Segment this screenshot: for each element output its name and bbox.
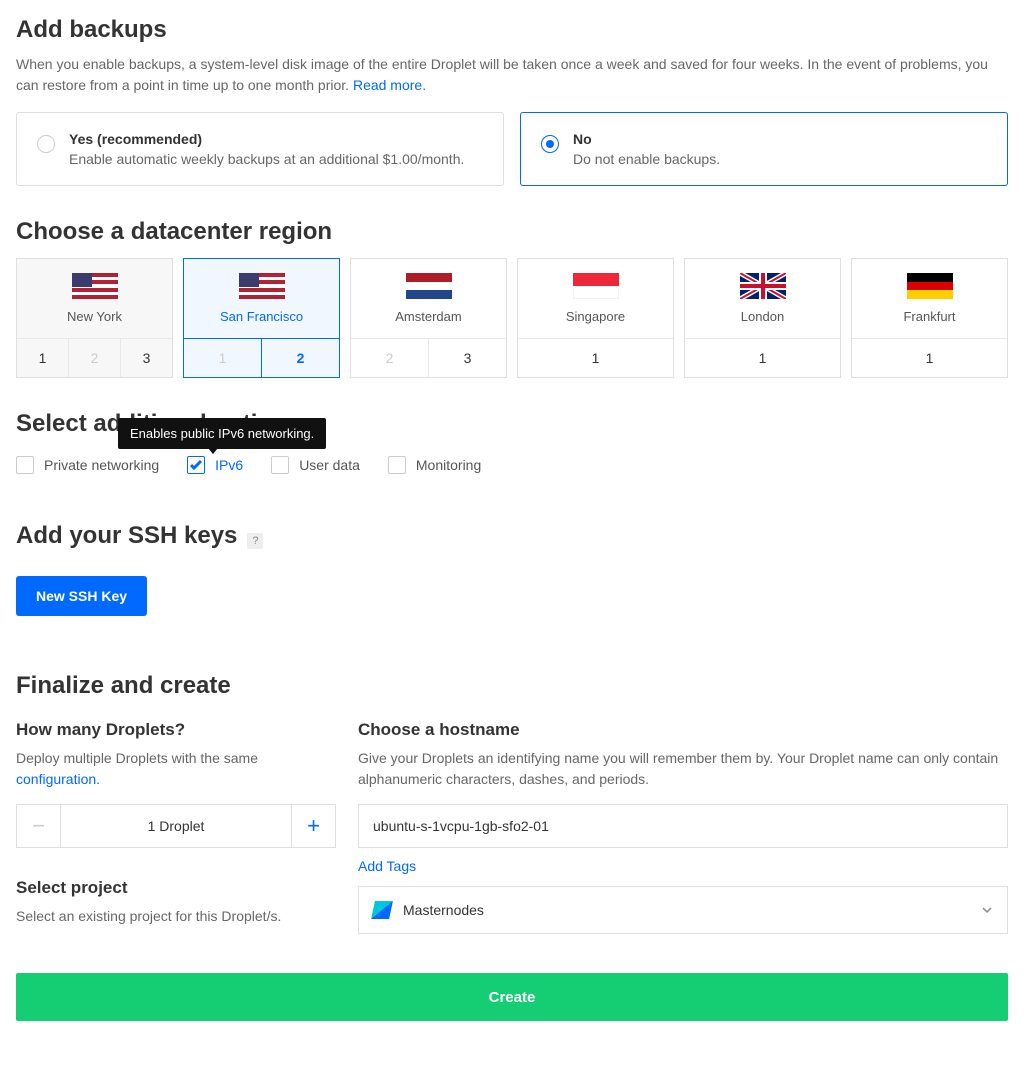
region-section: Choose a datacenter region New York 1 2 …: [16, 218, 1008, 378]
hostname-desc: Give your Droplets an identifying name y…: [358, 748, 1008, 790]
backups-description: When you enable backups, a system-level …: [16, 54, 1008, 96]
region-num[interactable]: 1: [685, 339, 840, 377]
stepper-value: 1 Droplet: [61, 805, 291, 847]
region-name: San Francisco: [220, 309, 303, 324]
region-singapore[interactable]: Singapore 1: [517, 258, 674, 378]
hostname-input[interactable]: [358, 804, 1008, 848]
region-heading: Choose a datacenter region: [16, 218, 1008, 246]
backup-yes-sub: Enable automatic weekly backups at an ad…: [69, 151, 464, 167]
flag-us-icon: [239, 273, 285, 299]
create-button[interactable]: Create: [16, 973, 1008, 1021]
region-london[interactable]: London 1: [684, 258, 841, 378]
flag-us-icon: [72, 273, 118, 299]
droplets-desc: Deploy multiple Droplets with the same c…: [16, 748, 336, 790]
region-name: New York: [67, 309, 122, 324]
region-san-francisco[interactable]: San Francisco 1 2: [183, 258, 340, 378]
flag-sg-icon: [573, 273, 619, 299]
project-desc: Select an existing project for this Drop…: [16, 906, 336, 927]
region-num[interactable]: 1: [184, 339, 262, 377]
option-ipv6[interactable]: IPv6: [187, 456, 243, 474]
project-select[interactable]: Masternodes: [358, 886, 1008, 934]
option-label: IPv6: [215, 457, 243, 473]
backup-no-title: No: [573, 131, 720, 147]
ipv6-tooltip: Enables public IPv6 networking.: [118, 418, 326, 449]
droplets-title: How many Droplets?: [16, 720, 336, 740]
region-new-york[interactable]: New York 1 2 3: [16, 258, 173, 378]
flag-de-icon: [907, 273, 953, 299]
backup-no-sub: Do not enable backups.: [573, 151, 720, 167]
option-label: User data: [299, 457, 360, 473]
region-name: Frankfurt: [903, 309, 955, 324]
region-num[interactable]: 3: [121, 339, 172, 377]
backup-option-yes[interactable]: Yes (recommended) Enable automatic weekl…: [16, 112, 504, 186]
region-num[interactable]: 1: [17, 339, 69, 377]
region-name: Singapore: [566, 309, 625, 324]
region-num[interactable]: 1: [852, 339, 1007, 377]
backups-section: Add backups When you enable backups, a s…: [16, 16, 1008, 186]
option-label: Private networking: [44, 457, 159, 473]
chevron-down-icon: [981, 904, 993, 916]
droplet-count-stepper: − 1 Droplet +: [16, 804, 336, 848]
region-amsterdam[interactable]: Amsterdam 2 3: [350, 258, 507, 378]
region-frankfurt[interactable]: Frankfurt 1: [851, 258, 1008, 378]
stepper-minus-button[interactable]: −: [17, 805, 61, 847]
project-icon: [371, 901, 393, 919]
finalize-section: Finalize and create How many Droplets? D…: [16, 672, 1008, 1021]
ssh-section: Add your SSH keys ? New SSH Key: [16, 522, 1008, 616]
hostname-title: Choose a hostname: [358, 720, 1008, 740]
region-name: London: [741, 309, 784, 324]
region-num[interactable]: 2: [261, 338, 340, 378]
flag-nl-icon: [406, 273, 452, 299]
stepper-plus-button[interactable]: +: [291, 805, 335, 847]
option-monitoring[interactable]: Monitoring: [388, 456, 481, 474]
option-user-data[interactable]: User data: [271, 456, 360, 474]
radio-icon: [541, 135, 559, 153]
finalize-heading: Finalize and create: [16, 672, 1008, 700]
new-ssh-key-button[interactable]: New SSH Key: [16, 576, 147, 616]
help-icon[interactable]: ?: [247, 533, 263, 549]
read-more-link[interactable]: Read more.: [353, 77, 426, 93]
project-name: Masternodes: [403, 902, 969, 918]
region-num[interactable]: 3: [429, 339, 506, 377]
checkbox-icon: [16, 456, 34, 474]
region-num[interactable]: 2: [351, 339, 429, 377]
project-title: Select project: [16, 878, 336, 898]
backups-heading: Add backups: [16, 16, 1008, 44]
options-section: Select additional options Enables public…: [16, 410, 1008, 474]
option-private-networking[interactable]: Private networking: [16, 456, 159, 474]
backup-yes-title: Yes (recommended): [69, 131, 464, 147]
checkbox-icon: [271, 456, 289, 474]
region-num[interactable]: 1: [518, 339, 673, 377]
ssh-heading: Add your SSH keys: [16, 522, 237, 550]
option-label: Monitoring: [416, 457, 481, 473]
checkbox-icon: [388, 456, 406, 474]
radio-icon: [37, 135, 55, 153]
checkbox-icon: [187, 456, 205, 474]
flag-uk-icon: [740, 273, 786, 299]
add-tags-link[interactable]: Add Tags: [358, 858, 416, 874]
backup-option-no[interactable]: No Do not enable backups.: [520, 112, 1008, 186]
region-num[interactable]: 2: [69, 339, 121, 377]
configuration-link[interactable]: configuration.: [16, 771, 100, 787]
region-name: Amsterdam: [395, 309, 461, 324]
